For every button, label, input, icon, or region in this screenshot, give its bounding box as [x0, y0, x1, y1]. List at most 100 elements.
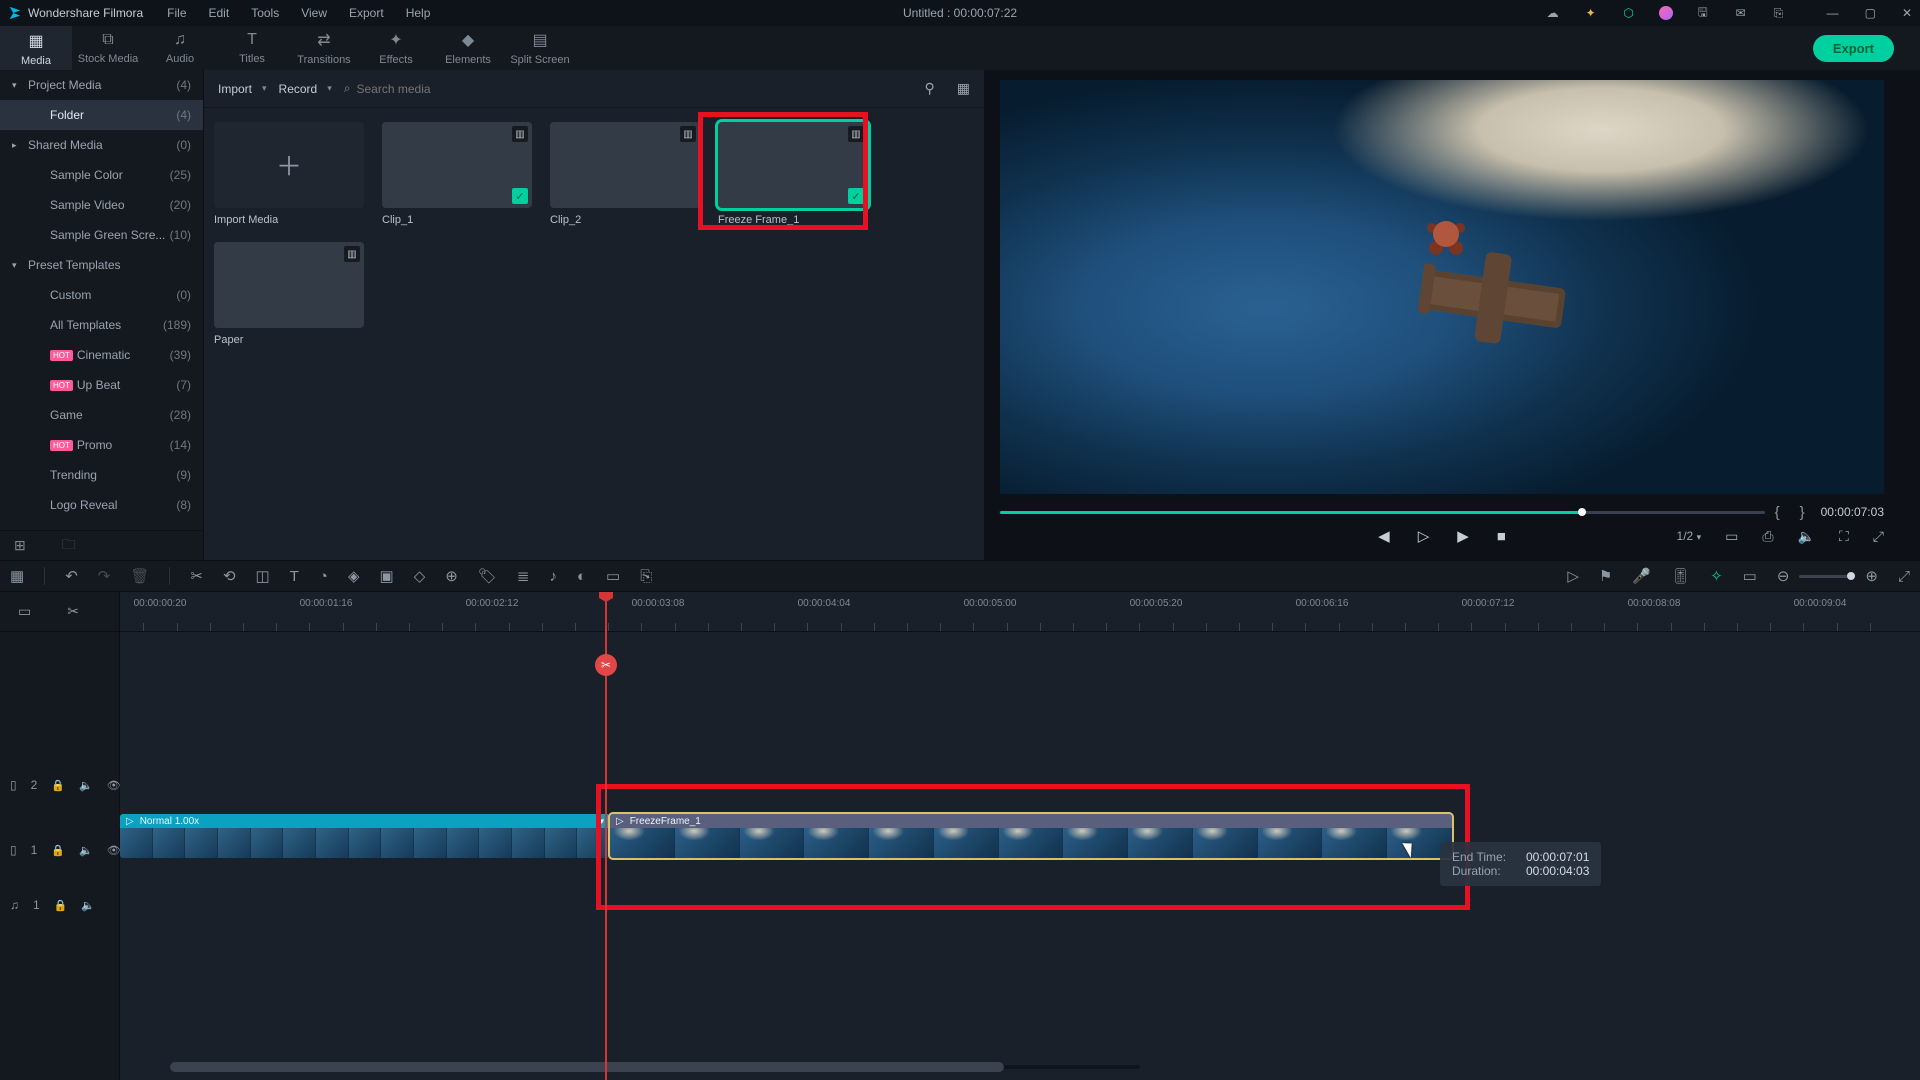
- tab-audio[interactable]: ♫Audio: [144, 26, 216, 70]
- tab-split-screen[interactable]: ▤Split Screen: [504, 26, 576, 70]
- menu-file[interactable]: File: [167, 6, 186, 20]
- updates-icon[interactable]: [1771, 5, 1787, 21]
- search-input[interactable]: [357, 82, 903, 96]
- mask-icon[interactable]: ▣: [380, 567, 394, 585]
- tab-elements[interactable]: ◆Elements: [432, 26, 504, 70]
- tree-item[interactable]: HOTPromo(14): [0, 430, 203, 460]
- keyframe-icon[interactable]: ◇: [414, 567, 426, 585]
- timeline-clip-freeze[interactable]: ▷FreezeFrame_1: [610, 814, 1452, 858]
- tag-icon[interactable]: 🏷: [478, 567, 497, 585]
- menu-view[interactable]: View: [301, 6, 327, 20]
- adjust-icon[interactable]: ≣: [517, 567, 530, 585]
- text-tool-icon[interactable]: T: [290, 568, 299, 585]
- delete-icon[interactable]: 🗑: [130, 567, 149, 585]
- tl-layout-icon[interactable]: ▦: [10, 567, 24, 585]
- split-icon[interactable]: ✂: [190, 567, 203, 585]
- play-backward-button[interactable]: ▷: [1418, 527, 1430, 545]
- zoom-in-icon[interactable]: ⊕: [1865, 567, 1878, 585]
- timeline-ruler[interactable]: 00:00:00:2000:00:01:1600:00:02:1200:00:0…: [120, 592, 1920, 632]
- view-grid-icon[interactable]: ▦: [957, 80, 970, 97]
- tree-item[interactable]: Folder(4): [0, 100, 203, 130]
- caption-icon[interactable]: ▭: [1743, 567, 1757, 585]
- media-clip-1[interactable]: ▥✓ Clip_1: [382, 122, 532, 226]
- display-mode-icon[interactable]: ▭: [1725, 528, 1738, 545]
- new-bin-icon[interactable]: ⊞: [14, 537, 26, 554]
- mark-out-icon[interactable]: }: [1800, 504, 1805, 521]
- tree-item[interactable]: All Templates(189): [0, 310, 203, 340]
- message-icon[interactable]: [1733, 5, 1749, 21]
- mark-in-icon[interactable]: {: [1775, 504, 1780, 521]
- store-icon[interactable]: [1621, 5, 1637, 21]
- tree-item[interactable]: ▸Shared Media(0): [0, 130, 203, 160]
- tree-item[interactable]: HOTCinematic(39): [0, 340, 203, 370]
- record-dropdown[interactable]: Record▾: [279, 78, 332, 100]
- undo-icon[interactable]: ↶: [65, 567, 78, 585]
- audio-icon[interactable]: 🔈: [1798, 528, 1815, 545]
- redo-icon[interactable]: ↷: [98, 567, 111, 585]
- zoom-fit-icon[interactable]: ⤢: [1898, 568, 1910, 585]
- tree-item[interactable]: Sample Video(20): [0, 190, 203, 220]
- filter-icon[interactable]: ⚲: [925, 80, 935, 97]
- prev-frame-button[interactable]: ◀: [1378, 527, 1390, 545]
- preview-canvas[interactable]: [1000, 80, 1884, 494]
- stop-button[interactable]: ■: [1497, 528, 1506, 545]
- playhead-scissor-icon[interactable]: ✂: [595, 654, 617, 676]
- track-header-v2[interactable]: ▯2: [0, 767, 119, 803]
- window-minimize-icon[interactable]: [1827, 6, 1839, 20]
- audio-tool-icon[interactable]: ♪: [549, 568, 557, 585]
- track-header-v1[interactable]: ▯1: [0, 832, 119, 868]
- save-icon[interactable]: [1695, 5, 1711, 21]
- menu-tools[interactable]: Tools: [251, 6, 279, 20]
- timeline-blade-icon[interactable]: ✂: [67, 603, 79, 620]
- menu-edit[interactable]: Edit: [209, 6, 230, 20]
- preview-scrubber[interactable]: { } 00:00:07:03: [1000, 504, 1884, 520]
- ai-icon[interactable]: [1583, 5, 1599, 21]
- account-avatar-icon[interactable]: [1659, 6, 1673, 20]
- crop-icon[interactable]: ◫: [256, 567, 270, 585]
- tree-item[interactable]: ▾Project Media(4): [0, 70, 203, 100]
- export-clip-icon[interactable]: ⎘: [640, 568, 652, 585]
- preview-quality[interactable]: 1/2 ▾: [1677, 529, 1702, 543]
- green-screen-icon[interactable]: ◐: [577, 568, 586, 585]
- zoom-out-icon[interactable]: ⊖: [1777, 567, 1790, 585]
- play-button[interactable]: ▶: [1457, 527, 1469, 545]
- open-folder-icon[interactable]: 🗀: [62, 534, 76, 558]
- window-close-icon[interactable]: [1902, 6, 1912, 20]
- tab-titles[interactable]: TTitles: [216, 26, 288, 70]
- menu-export[interactable]: Export: [349, 6, 384, 20]
- tree-item[interactable]: Logo Reveal(8): [0, 490, 203, 520]
- tree-item[interactable]: Trending(9): [0, 460, 203, 490]
- tree-item[interactable]: Sample Color(25): [0, 160, 203, 190]
- media-paper[interactable]: ▥ Paper: [214, 242, 364, 346]
- import-media-tile[interactable]: ＋ Import Media: [214, 122, 364, 226]
- tab-effects[interactable]: ✦Effects: [360, 26, 432, 70]
- search-media[interactable]: ⌕: [344, 81, 903, 96]
- magnet-ai-icon[interactable]: ✧: [1710, 567, 1723, 585]
- mic-icon[interactable]: 🎤: [1632, 567, 1651, 585]
- color-icon[interactable]: ◈: [348, 567, 360, 585]
- mixer-icon[interactable]: 🎚: [1671, 567, 1690, 585]
- tree-item[interactable]: Custom(0): [0, 280, 203, 310]
- window-maximize-icon[interactable]: [1865, 6, 1876, 20]
- timeline-select-icon[interactable]: ▭: [18, 603, 31, 620]
- chevron-down-icon[interactable]: ▾: [599, 816, 604, 827]
- cloud-icon[interactable]: [1545, 5, 1561, 21]
- speed-icon[interactable]: ◔: [319, 568, 328, 585]
- marker-icon[interactable]: ⚑: [1599, 567, 1612, 585]
- menu-help[interactable]: Help: [406, 6, 431, 20]
- tree-item[interactable]: ▾Preset Templates: [0, 250, 203, 280]
- timeline-h-scrollbar[interactable]: [170, 1062, 1140, 1072]
- fullscreen-icon[interactable]: ⤢: [1873, 528, 1884, 545]
- render-icon[interactable]: ▭: [606, 567, 620, 585]
- track-header-a1[interactable]: ♫1: [0, 887, 119, 923]
- tree-item[interactable]: Sample Green Scre...(10): [0, 220, 203, 250]
- snapshot-icon[interactable]: ⎙: [1762, 528, 1773, 545]
- tree-item[interactable]: Game(28): [0, 400, 203, 430]
- zoom-slider[interactable]: [1799, 575, 1855, 578]
- tab-media[interactable]: ▦Media: [0, 26, 72, 70]
- timeline-clip-normal[interactable]: ▷Normal 1.00x▾: [120, 814, 610, 858]
- ripple-icon[interactable]: ⟲: [223, 567, 236, 585]
- export-button[interactable]: Export: [1813, 35, 1894, 62]
- tab-stock-media[interactable]: ⧉Stock Media: [72, 26, 144, 70]
- tl-play-icon[interactable]: ▷: [1567, 567, 1579, 585]
